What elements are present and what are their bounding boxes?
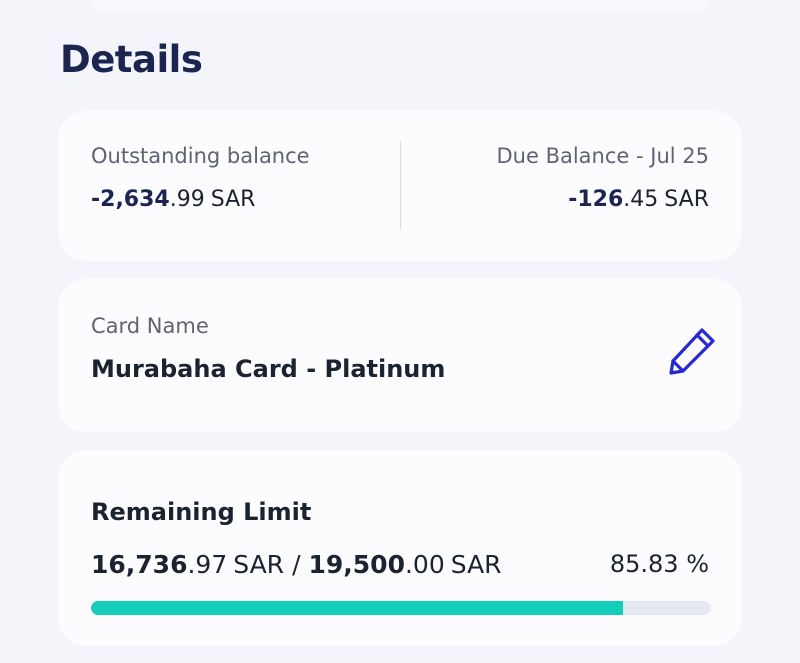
limit-progress-fill [91,601,624,615]
top-card-edge [90,0,710,14]
limit-values: 16,736.97 SAR/19,500.00 SAR [91,550,502,579]
outstanding-balance-int: -2,634 [91,187,170,212]
card-name-card: Card Name Murabaha Card - Platinum [58,279,742,432]
outstanding-balance-currency: SAR [210,187,256,212]
balances-divider [400,141,401,229]
due-balance-dec: .45 [623,187,659,212]
remaining-limit-dec: .97 [187,550,228,579]
due-balance-int: -126 [568,187,624,212]
limit-progress-bar [91,601,711,615]
due-balance-currency: SAR [664,187,709,212]
outstanding-balance-amount: -2,634.99 SAR [91,187,255,212]
remaining-limit-title: Remaining Limit [91,498,312,526]
total-limit-dec: .00 [404,550,445,579]
page-title: Details [60,38,203,81]
outstanding-balance-dec: .99 [169,187,205,212]
limit-percent: 85.83 % [609,550,709,578]
due-balance-label: Due Balance - Jul 25 [496,144,710,168]
limit-separator: / [292,550,301,579]
remaining-limit-int: 16,736 [91,550,188,579]
pencil-icon[interactable] [666,325,718,377]
due-balance-amount: -126.45 SAR [568,187,709,212]
total-limit-int: 19,500 [308,550,405,579]
remaining-limit-card: Remaining Limit 16,736.97 SAR/19,500.00 SA… [58,450,742,646]
remaining-limit-currency: SAR [233,550,285,579]
total-limit-currency: SAR [450,550,502,579]
card-name-value: Murabaha Card - Platinum [91,355,446,383]
card-name-label: Card Name [91,314,209,338]
outstanding-balance-label: Outstanding balance [91,144,310,168]
balances-card: Outstanding balance -2,634.99 SAR Due Bal… [58,111,742,261]
